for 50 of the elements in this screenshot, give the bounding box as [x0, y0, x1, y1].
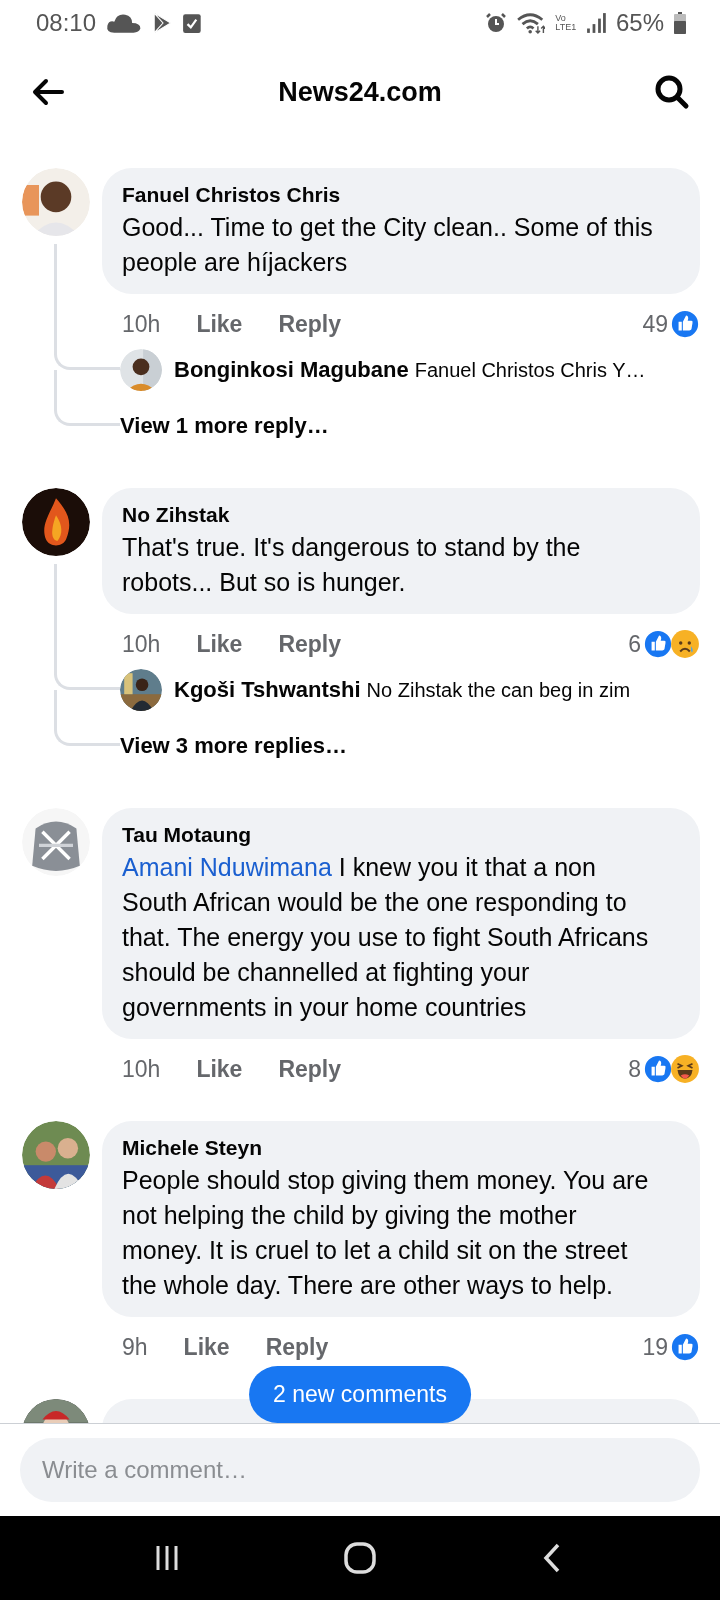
comment-input[interactable]: Write a comment…	[20, 1438, 700, 1502]
reply-text: No Zihstak the can beg in zim	[366, 678, 631, 702]
author-name: Fanuel Christos Chris	[122, 182, 342, 208]
comment-text: Good... Time to get the City clean.. Some of this people are híjackers	[122, 212, 654, 278]
comment-text: Amani Nduwimana I knew you it that a non South African would be the one responding to that. The energy you use to fight South Africans should be channelled at fighting your governments in your home countries	[122, 852, 650, 1023]
new-comments-toast[interactable]: 2 new comments	[249, 1366, 471, 1423]
battery-icon	[674, 12, 686, 34]
reply-button[interactable]: Reply	[278, 310, 342, 338]
reply-text: Fanuel Christos Chris Y…	[414, 358, 646, 382]
author-name: Tau Motaung	[122, 822, 253, 848]
timestamp: 10h	[122, 630, 161, 658]
alarm-icon	[484, 12, 507, 34]
play-icon	[151, 12, 172, 34]
reply-button[interactable]: Reply	[278, 1055, 342, 1083]
view-more-replies-link[interactable]: View 1 more reply…	[120, 413, 329, 439]
thread-connector	[54, 662, 120, 690]
battery-percent: 65%	[615, 9, 664, 37]
thread-connector	[54, 718, 120, 746]
reply-author: Bonginkosi Magubane	[174, 357, 409, 383]
thread-connector	[54, 342, 120, 370]
timestamp: 10h	[122, 310, 161, 338]
network-label: Vo	[555, 14, 567, 23]
signal-icon	[586, 12, 606, 34]
page-title: News24.com	[277, 76, 443, 108]
reaction-count: 49	[642, 310, 668, 338]
author-name: No Zihstak	[122, 502, 231, 528]
wifi-icon	[516, 12, 546, 34]
comment-text: People should stop giving them money. You are not helping the child by giving the mother money. It is cruel to let a child sit on the street the whole day. There are other ways to help.	[122, 1165, 650, 1301]
reply-button[interactable]: Reply	[278, 630, 342, 658]
timestamp: 9h	[122, 1333, 148, 1361]
author-name: Michele Steyn	[122, 1135, 264, 1161]
like-button[interactable]: Like	[183, 1333, 230, 1361]
thread-connector	[54, 398, 120, 426]
checkbox-icon	[181, 12, 202, 34]
like-button[interactable]: Like	[196, 630, 243, 658]
like-button[interactable]: Like	[196, 1055, 243, 1083]
comment-text: That's true. It's dangerous to stand by the robots... But so is hunger.	[122, 532, 582, 598]
reaction-count: 6	[628, 630, 641, 658]
like-button[interactable]: Like	[196, 310, 243, 338]
reaction-count: 19	[642, 1333, 668, 1361]
home-icon[interactable]	[343, 1541, 377, 1575]
reply-button[interactable]: Reply	[265, 1333, 329, 1361]
reply-author: Kgoši Tshwantshi	[174, 677, 361, 703]
view-more-replies-link[interactable]: View 3 more replies…	[120, 733, 348, 759]
reaction-count: 8	[628, 1055, 641, 1083]
clock: 08:10	[36, 9, 97, 37]
network-label: LTE1	[555, 23, 577, 32]
timestamp: 10h	[122, 1055, 161, 1083]
mention-link[interactable]: Amani Nduwimana	[122, 853, 332, 881]
cloud-icon	[106, 12, 142, 34]
